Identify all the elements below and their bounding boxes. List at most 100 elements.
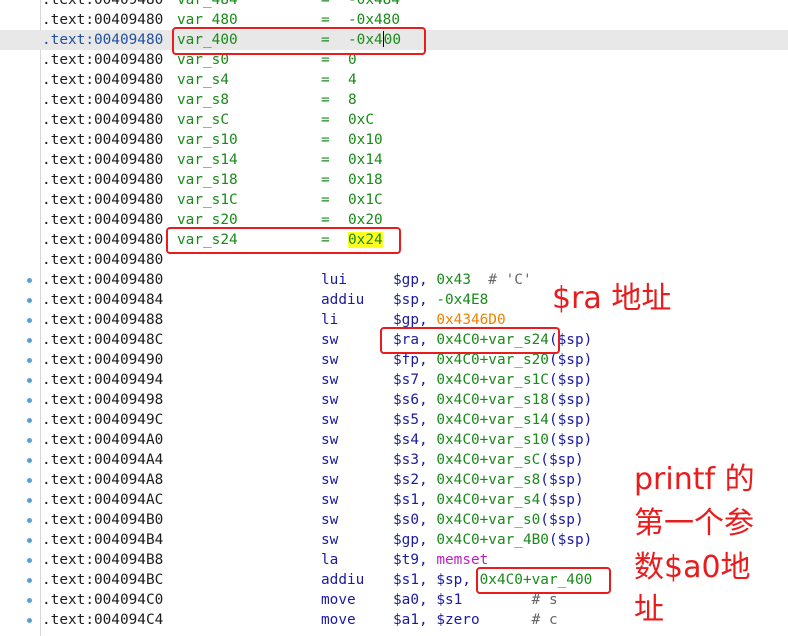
operand-symbol[interactable]: 0x43 — [436, 272, 471, 288]
mnemonic[interactable]: lui — [321, 270, 347, 290]
operand-symbol[interactable]: 0x4C0+var_s20 — [436, 352, 549, 368]
operand-register[interactable]: ($sp) — [549, 392, 592, 408]
operands[interactable]: $s4, 0x4C0+var_s10($sp) — [393, 430, 592, 450]
mnemonic[interactable]: sw — [321, 370, 338, 390]
operand-symbol[interactable]: 0x4C0+var_4B0 — [436, 532, 549, 548]
operand-register[interactable]: $s0, — [393, 512, 436, 528]
mnemonic[interactable]: sw — [321, 510, 338, 530]
operand-symbol[interactable]: 0x4C0+var_s4 — [436, 492, 540, 508]
var-name[interactable]: var_s1C — [177, 190, 238, 210]
instruction-line[interactable]: .text:004094C4 move $a1, $zero # c — [0, 610, 788, 630]
operands[interactable]: $s3, 0x4C0+var_sC($sp) — [393, 450, 584, 470]
stack-var-line[interactable]: .text:00409480 var_s1C = 0x1C — [0, 190, 788, 210]
operand-register[interactable]: $gp, — [393, 312, 436, 328]
operand-register[interactable]: $s6, — [393, 392, 436, 408]
operand-symbol[interactable]: 0x4346D0 — [436, 312, 505, 328]
mnemonic[interactable]: sw — [321, 410, 338, 430]
disassembly-view[interactable]: .text:00409480 var_484 = -0x484 .text:00… — [0, 0, 788, 636]
mnemonic[interactable]: sw — [321, 390, 338, 410]
operand-symbol[interactable]: 0x4C0+var_s0 — [436, 512, 540, 528]
operand-register[interactable]: $a1, $zero — [393, 612, 480, 628]
var-name[interactable]: var_484 — [177, 0, 238, 10]
operand-register[interactable]: $s4, — [393, 432, 436, 448]
operands[interactable]: $s2, 0x4C0+var_s8($sp) — [393, 470, 584, 490]
operand-symbol[interactable]: 0x4C0+var_s1C — [436, 372, 549, 388]
instruction-line[interactable]: .text:00409498 sw $s6, 0x4C0+var_s18($sp) — [0, 390, 788, 410]
stack-var-line[interactable]: .text:00409480 var_s14 = 0x14 — [0, 150, 788, 170]
operand-register[interactable]: ($sp) — [540, 452, 583, 468]
mnemonic[interactable]: sw — [321, 530, 338, 550]
mnemonic[interactable]: sw — [321, 330, 338, 350]
mnemonic[interactable]: move — [321, 590, 356, 610]
mnemonic[interactable]: sw — [321, 350, 338, 370]
equals-sign: = — [321, 192, 330, 208]
printf-arg-note-line-3: 数$a0地 — [634, 550, 751, 585]
operands[interactable]: $gp, 0x4C0+var_4B0($sp) — [393, 530, 592, 550]
mnemonic[interactable]: sw — [321, 470, 338, 490]
mnemonic[interactable]: sw — [321, 490, 338, 510]
operand-register[interactable]: $s3, — [393, 452, 436, 468]
operands[interactable]: $t9, memset — [393, 550, 488, 570]
operand-symbol[interactable]: 0x4C0+var_s10 — [436, 432, 549, 448]
operand-register[interactable]: ($sp) — [549, 372, 592, 388]
operand-register[interactable]: $gp, — [393, 272, 436, 288]
mnemonic[interactable]: li — [321, 310, 338, 330]
operand-register[interactable]: ($sp) — [549, 432, 592, 448]
operands[interactable]: $s0, 0x4C0+var_s0($sp) — [393, 510, 584, 530]
operands[interactable]: $s7, 0x4C0+var_s1C($sp) — [393, 370, 592, 390]
var-offset: -0x484 — [348, 0, 400, 8]
operand-register[interactable]: $s1, — [393, 492, 436, 508]
var-name[interactable]: var_s8 — [177, 90, 229, 110]
mnemonic[interactable]: move — [321, 610, 356, 630]
operand-register[interactable]: $s5, — [393, 412, 436, 428]
mnemonic[interactable]: sw — [321, 450, 338, 470]
operands[interactable]: $sp, -0x4E8 — [393, 290, 488, 310]
mnemonic[interactable]: la — [321, 550, 338, 570]
operand-register[interactable]: ($sp) — [540, 492, 583, 508]
stack-var-line[interactable]: .text:00409480 var_s10 = 0x10 — [0, 130, 788, 150]
operand-register[interactable]: ($sp) — [549, 532, 592, 548]
var-name[interactable]: var_s4 — [177, 70, 229, 90]
instruction-line[interactable]: .text:0040949C sw $s5, 0x4C0+var_s14($sp) — [0, 410, 788, 430]
stack-var-line[interactable]: .text:00409480 var_s4 = 4 — [0, 70, 788, 90]
operand-register[interactable]: $fp, — [393, 352, 436, 368]
mnemonic[interactable]: addiu — [321, 290, 364, 310]
operands[interactable]: $gp, 0x43 # 'C' — [393, 270, 532, 290]
operand-register[interactable]: ($sp) — [549, 352, 592, 368]
operand-register[interactable]: $s7, — [393, 372, 436, 388]
var-name[interactable]: var_s14 — [177, 150, 238, 170]
operand-register[interactable]: $s2, — [393, 472, 436, 488]
stack-var-line[interactable]: .text:00409480 var_s18 = 0x18 — [0, 170, 788, 190]
stack-var-line[interactable]: .text:00409480 var_s8 = 8 — [0, 90, 788, 110]
operand-symbol[interactable]: 0x4C0+var_s8 — [436, 472, 540, 488]
operand-symbol[interactable]: -0x4E8 — [436, 292, 488, 308]
operand-symbol[interactable]: 0x4C0+var_sC — [436, 452, 540, 468]
operands[interactable]: $s6, 0x4C0+var_s18($sp) — [393, 390, 592, 410]
operands[interactable]: $s1, 0x4C0+var_s4($sp) — [393, 490, 584, 510]
operand-register[interactable]: $a0, $s1 — [393, 592, 462, 608]
instruction-line[interactable]: .text:004094C0 move $a0, $s1 # s — [0, 590, 788, 610]
operands[interactable]: $s5, 0x4C0+var_s14($sp) — [393, 410, 592, 430]
operand-symbol[interactable]: 0x4C0+var_s18 — [436, 392, 549, 408]
stack-var-line[interactable]: .text:00409480 var_sC = 0xC — [0, 110, 788, 130]
operand-register[interactable]: ($sp) — [549, 412, 592, 428]
operand-register[interactable]: $gp, — [393, 532, 436, 548]
operand-symbol[interactable]: memset — [436, 552, 488, 568]
instruction-line[interactable]: .text:00409494 sw $s7, 0x4C0+var_s1C($sp) — [0, 370, 788, 390]
flow-bullet-icon — [27, 458, 32, 463]
operands[interactable]: $a1, $zero # c — [393, 610, 558, 630]
operand-register[interactable]: $t9, — [393, 552, 436, 568]
stack-var-line[interactable]: .text:00409480 var_484 = -0x484 — [0, 0, 788, 10]
operand-register[interactable]: $sp, — [393, 292, 436, 308]
var-name[interactable]: var_sC — [177, 110, 229, 130]
var-offset: 0x10 — [348, 132, 383, 148]
mnemonic[interactable]: sw — [321, 430, 338, 450]
operand-register[interactable]: ($sp) — [540, 512, 583, 528]
var-name[interactable]: var_s10 — [177, 130, 238, 150]
var-name[interactable]: var_s18 — [177, 170, 238, 190]
operand-symbol[interactable]: 0x4C0+var_s14 — [436, 412, 549, 428]
mnemonic[interactable]: addiu — [321, 570, 364, 590]
operand-register[interactable]: $s1, $sp, — [393, 572, 480, 588]
instruction-line[interactable]: .text:004094A0 sw $s4, 0x4C0+var_s10($sp) — [0, 430, 788, 450]
operand-register[interactable]: ($sp) — [540, 472, 583, 488]
